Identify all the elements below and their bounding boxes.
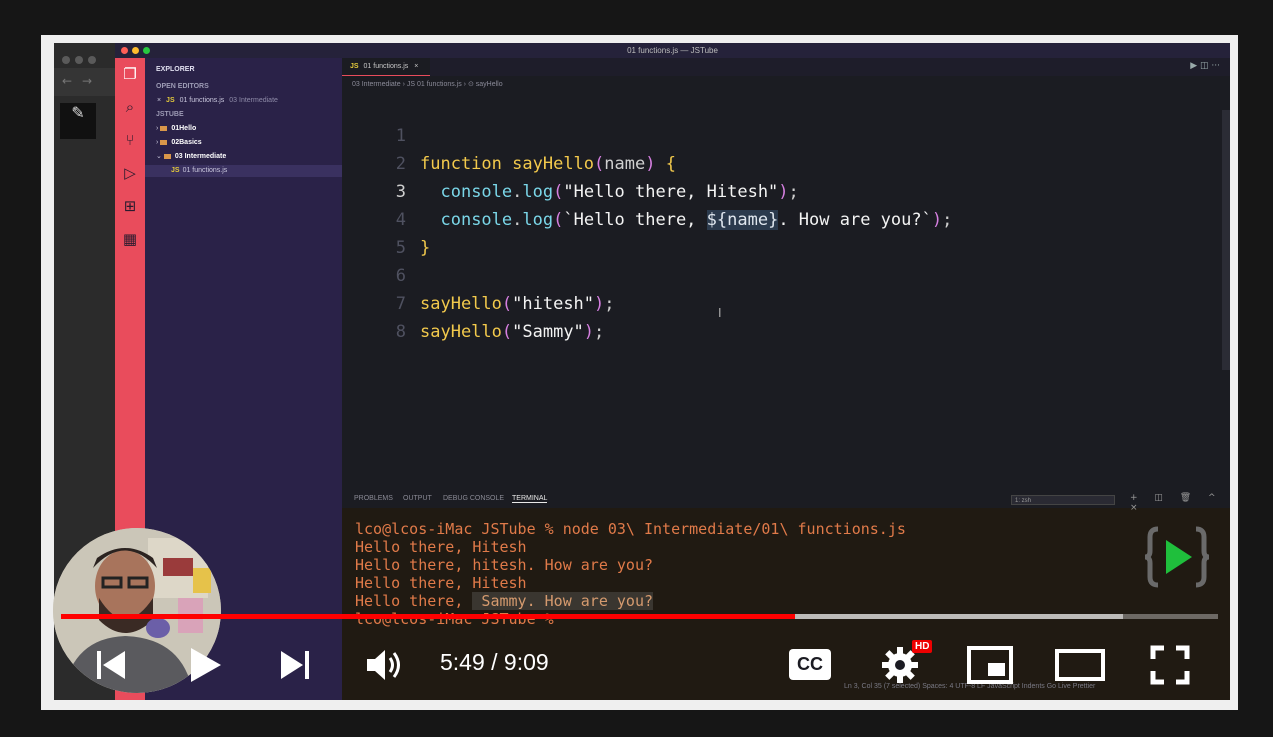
code-line: 8 [395, 322, 406, 342]
tree-folder-02basics[interactable]: › 02Basics [145, 137, 353, 149]
terminal-line: lco@lcos-iMac JSTube % node 03\ Intermed… [355, 520, 906, 538]
folder-icon [160, 125, 168, 131]
pencil-icon: ✎ [60, 103, 96, 139]
brand-logo [1144, 526, 1210, 588]
close-icon[interactable]: × [157, 97, 161, 104]
files-icon[interactable]: ❐ [120, 64, 140, 84]
previous-icon[interactable] [94, 648, 128, 682]
tab-debug-console[interactable]: DEBUG CONSOLE [443, 495, 504, 502]
tab-problems[interactable]: PROBLEMS [354, 495, 393, 502]
open-editors-header[interactable]: OPEN EDITORS [145, 81, 353, 93]
panel-tab-bar: PROBLEMS OUTPUT DEBUG CONSOLE TERMINAL 1… [342, 492, 1230, 513]
docker-icon[interactable]: ▦ [120, 229, 140, 249]
breadcrumb[interactable]: 03 Intermediate › JS 01 functions.js › ⊙… [352, 80, 503, 88]
code-line: 6 sayHello("hitesh"); [395, 266, 615, 314]
tree-folder-01hello[interactable]: › 01Hello [145, 123, 353, 135]
tree-folder-03intermediate[interactable]: ⌄ 03 Intermediate [145, 151, 353, 163]
terminal-line: Hello there, Hitesh [355, 538, 527, 556]
folder-open-icon [163, 153, 171, 159]
terminal-prompt: lco@lcos-iMac JSTube % [355, 610, 563, 628]
chevron-right-icon: › [156, 139, 159, 146]
code-line: 7 sayHello("Sammy"); [395, 294, 605, 342]
code-line: 3 console.log(`Hello there, ${name}. How… [395, 182, 953, 230]
terminal-line: Hello there, Hitesh [355, 574, 527, 592]
tab-output[interactable]: OUTPUT [403, 495, 432, 502]
code-line: 4 } [395, 210, 431, 258]
volume-icon[interactable] [364, 646, 404, 684]
close-window-button[interactable] [121, 47, 128, 54]
terminal-line: Hello there, hitesh. How are you? [355, 556, 654, 574]
code-line: 5 [395, 238, 406, 258]
terminal-line: Hello there, Sammy. How are you? [355, 592, 654, 610]
js-file-icon: JS [171, 167, 180, 174]
code-editor[interactable]: JS 01 functions.js × ▶ ◫ ··· 03 Intermed… [342, 58, 1230, 523]
editor-actions[interactable]: ▶ ◫ ··· [1190, 61, 1220, 71]
theater-mode-icon[interactable] [1054, 648, 1106, 682]
play-icon[interactable] [188, 646, 224, 684]
panel-actions[interactable]: + ◫ 🗑 ^ × [1130, 493, 1230, 513]
code-line: 2 console.log("Hello there, Hitesh"); [395, 154, 799, 202]
back-arrow-icon: ← [62, 74, 73, 88]
js-file-icon: JS [166, 97, 175, 104]
tab-functions-js[interactable]: JS 01 functions.js × [342, 58, 430, 76]
window-title: 01 functions.js — JSTube [627, 46, 718, 55]
fullscreen-icon[interactable] [1150, 645, 1190, 685]
tab-terminal[interactable]: TERMINAL [512, 495, 548, 503]
window-titlebar: 01 functions.js — JSTube [115, 43, 1230, 58]
minimize-window-button[interactable] [132, 47, 139, 54]
progress-played[interactable] [61, 614, 795, 619]
next-icon[interactable] [278, 648, 312, 682]
open-editor-item[interactable]: × JS 01 functions.js 03 Intermediate [145, 95, 354, 107]
maximize-window-button[interactable] [143, 47, 150, 54]
tree-file-functions[interactable]: JS 01 functions.js [145, 165, 368, 177]
folder-icon [160, 139, 168, 145]
code-line: 1 function sayHello(name) { [395, 126, 676, 174]
shell-select[interactable]: 1: zsh [1011, 495, 1115, 505]
debug-icon[interactable]: ▷ [120, 163, 140, 183]
chevron-right-icon: › [156, 125, 159, 132]
miniplayer-icon[interactable] [966, 645, 1014, 685]
hd-badge: HD [912, 640, 933, 653]
time-display: 5:49 / 9:09 [440, 649, 549, 675]
project-header[interactable]: JSTUBE [145, 109, 353, 121]
search-icon[interactable]: ⌕ [120, 97, 140, 117]
terminal-selection: Sammy. How are you? [472, 592, 654, 610]
text-cursor-icon: I [718, 306, 722, 320]
extensions-icon[interactable]: ⊞ [120, 196, 140, 216]
editor-tab-bar: JS 01 functions.js × ▶ ◫ ··· [342, 58, 1230, 76]
close-icon[interactable]: × [414, 63, 418, 70]
captions-button[interactable]: CC [789, 649, 831, 680]
explorer-header: EXPLORER [156, 66, 195, 73]
chevron-down-icon: ⌄ [156, 153, 162, 160]
forward-arrow-icon: → [82, 74, 93, 88]
source-control-icon[interactable]: ⑂ [120, 130, 140, 150]
editor-scrollbar[interactable] [1222, 110, 1230, 370]
video-viewport[interactable]: ← → ✎ 01 functions.js — JSTube ❐ ⌕ ⑂ ▷ ⊞ … [54, 43, 1230, 700]
